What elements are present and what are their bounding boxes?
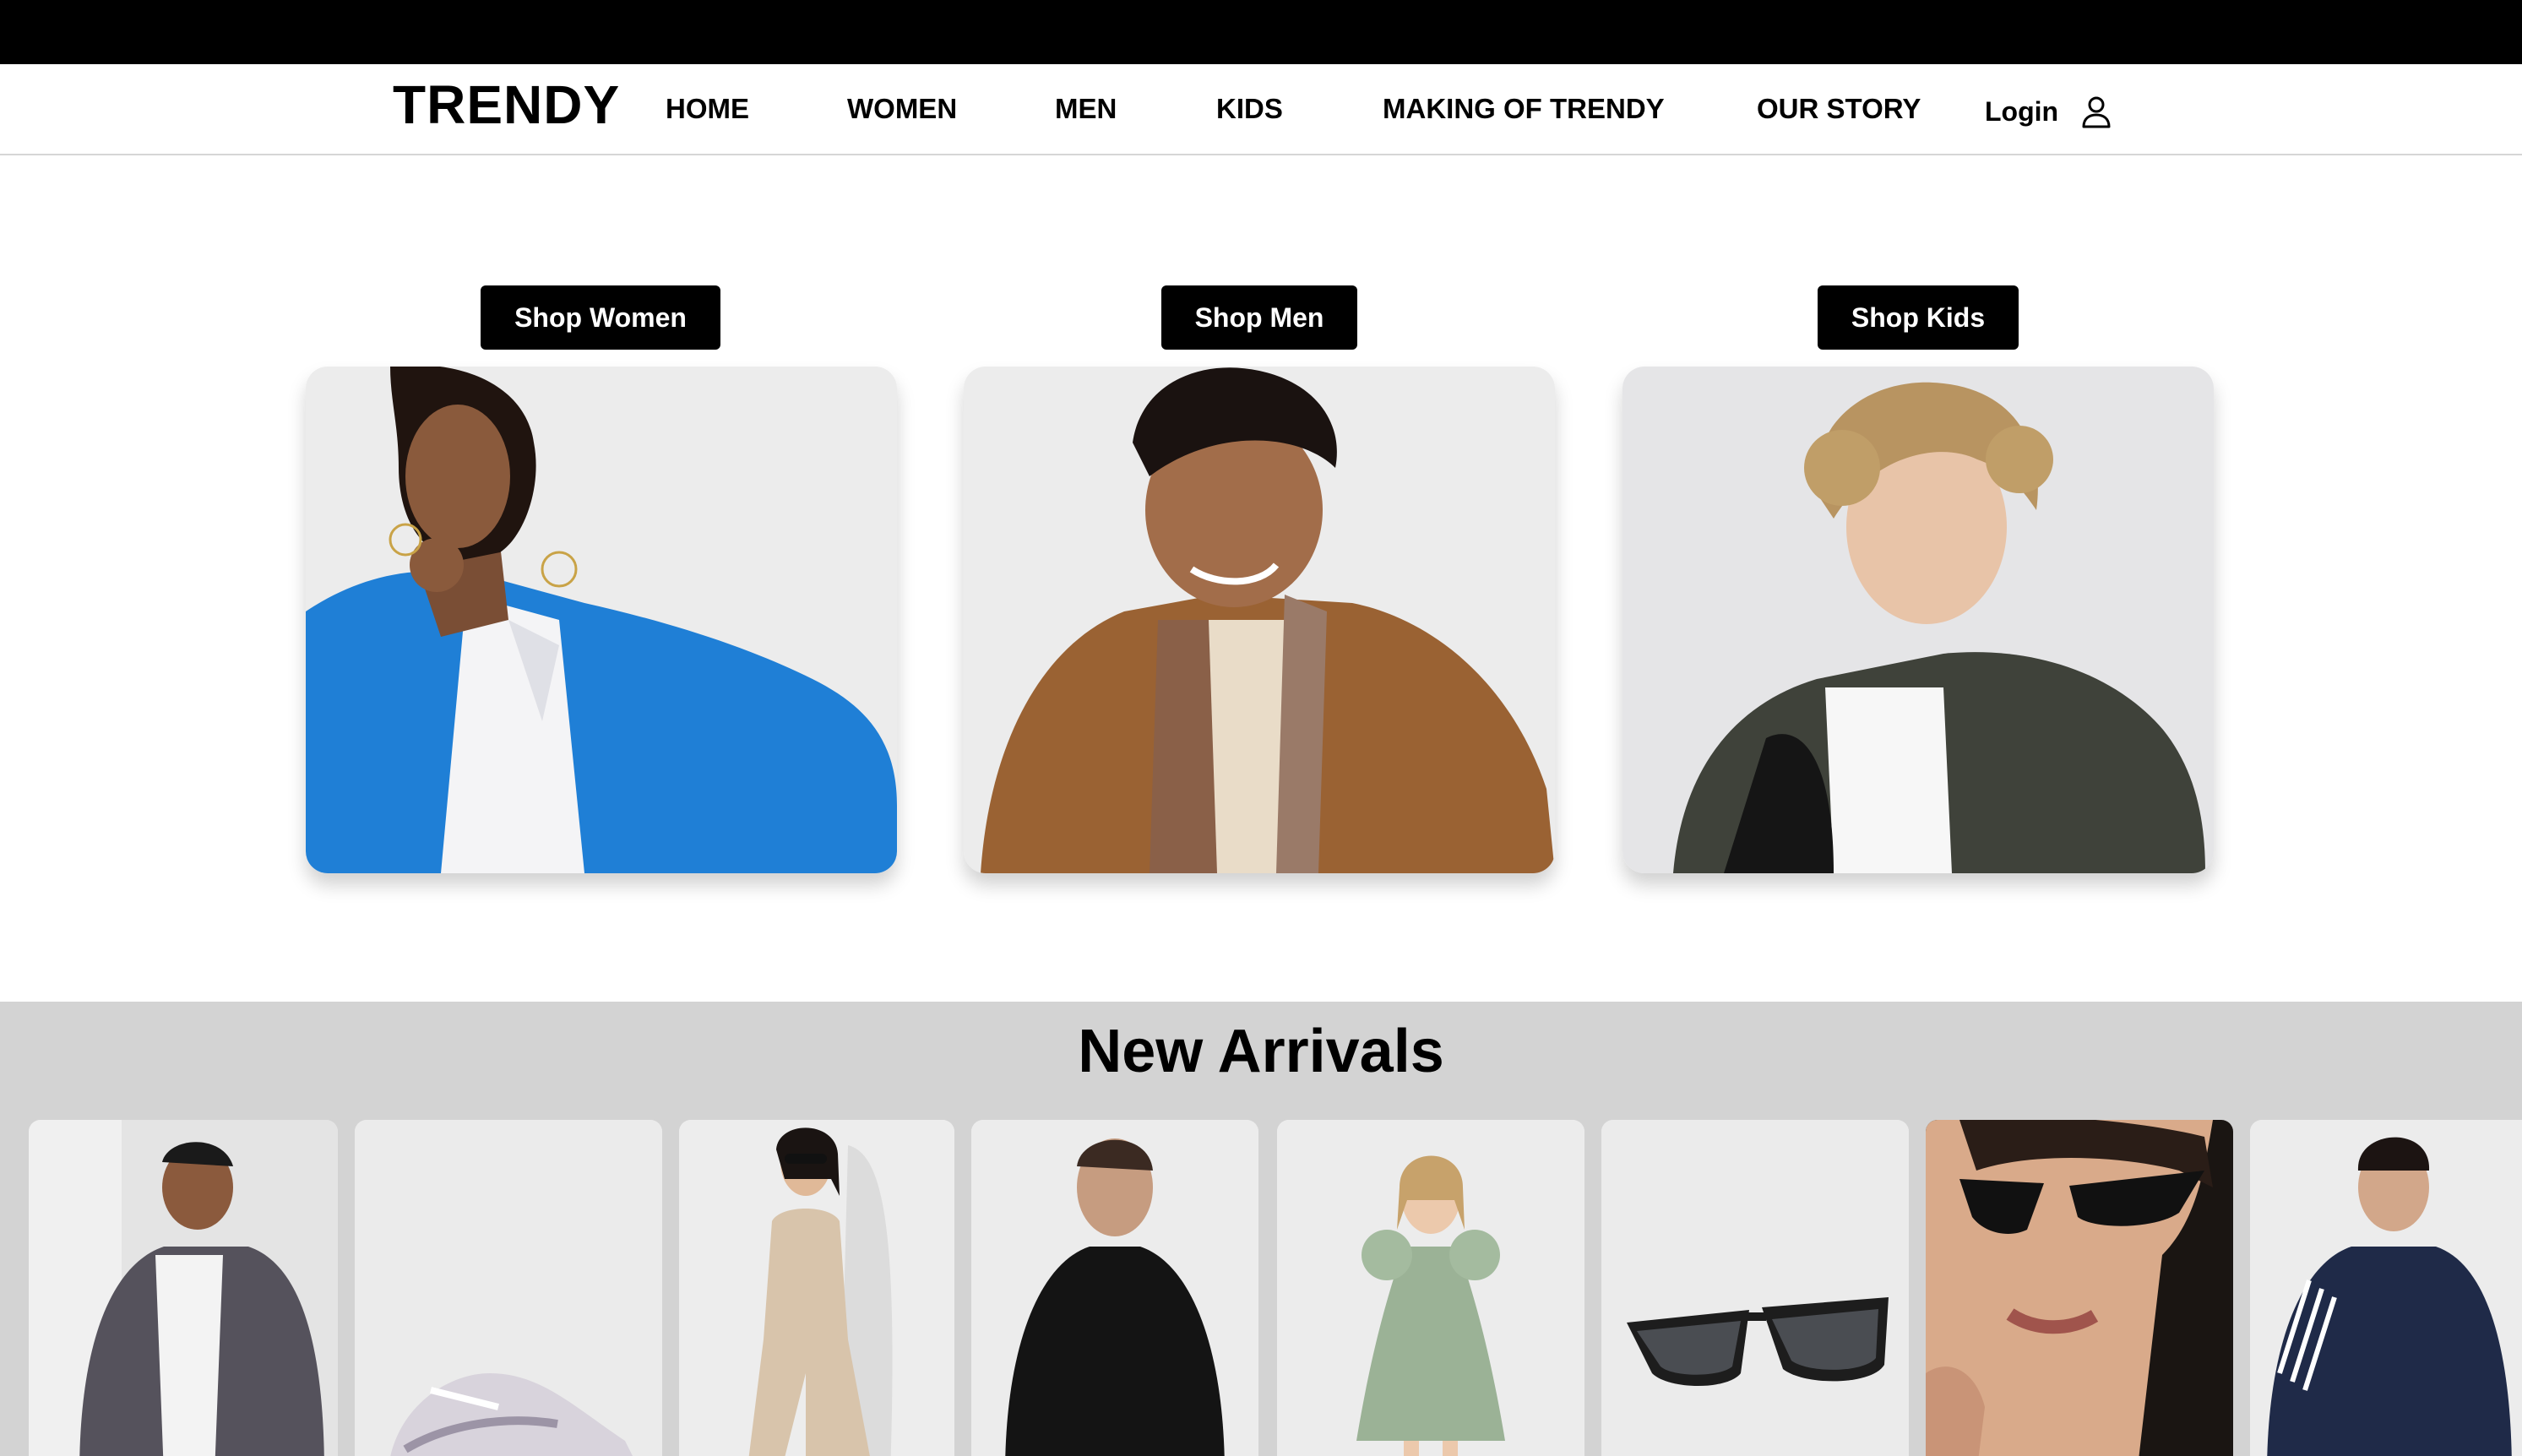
- nav-link-making-of-trendy[interactable]: MAKING OF TRENDY: [1383, 95, 1665, 122]
- man-brown-jacket-photo: [964, 367, 1555, 873]
- nav-link-our-story[interactable]: OUR STORY: [1757, 95, 1921, 122]
- cat-eye-sunglasses-photo: [1926, 1120, 2233, 1456]
- product-card[interactable]: [1926, 1120, 2233, 1456]
- product-card[interactable]: [971, 1120, 1258, 1456]
- kid-puffer-jacket-photo: [1622, 367, 2214, 873]
- new-arrivals-title: New Arrivals: [1078, 1018, 1444, 1085]
- product-card[interactable]: [679, 1120, 954, 1456]
- nav-link-home[interactable]: HOME: [666, 95, 749, 122]
- women-category-card[interactable]: [306, 367, 897, 873]
- login-button[interactable]: Login: [1985, 95, 2112, 128]
- user-icon: [2082, 96, 2111, 128]
- product-card[interactable]: [355, 1120, 662, 1456]
- product-card[interactable]: [1277, 1120, 1584, 1456]
- black-jacket-photo: [971, 1120, 1258, 1456]
- white-sneaker-photo: [355, 1120, 662, 1456]
- beige-jumpsuit-photo: [679, 1120, 954, 1456]
- navy-track-jacket-photo: [2250, 1120, 2522, 1456]
- green-dress-photo: [1277, 1120, 1584, 1456]
- nav-link-men[interactable]: MEN: [1055, 95, 1117, 122]
- top-black-bar: [0, 0, 2522, 64]
- shop-men-button[interactable]: Shop Men: [1161, 285, 1357, 350]
- kids-category-card[interactable]: [1622, 367, 2214, 873]
- men-category-card[interactable]: [964, 367, 1555, 873]
- product-card[interactable]: [1601, 1120, 1909, 1456]
- nav-link-kids[interactable]: KIDS: [1216, 95, 1283, 122]
- product-card[interactable]: [29, 1120, 338, 1456]
- woman-blue-coat-photo: [306, 367, 897, 873]
- nav-link-women[interactable]: WOMEN: [847, 95, 957, 122]
- brand-logo[interactable]: TRENDY: [393, 78, 620, 132]
- black-sunglasses-photo: [1601, 1120, 1909, 1456]
- main-navbar: TRENDY HOME WOMEN MEN KIDS MAKING OF TRE…: [0, 64, 2522, 155]
- product-card[interactable]: [2250, 1120, 2522, 1456]
- shop-kids-button[interactable]: Shop Kids: [1818, 285, 2019, 350]
- shop-women-button[interactable]: Shop Women: [481, 285, 720, 350]
- grey-zip-hoodie-photo: [29, 1120, 338, 1456]
- new-arrivals-section: New Arrivals: [0, 1002, 2522, 1456]
- login-label: Login: [1985, 96, 2059, 127]
